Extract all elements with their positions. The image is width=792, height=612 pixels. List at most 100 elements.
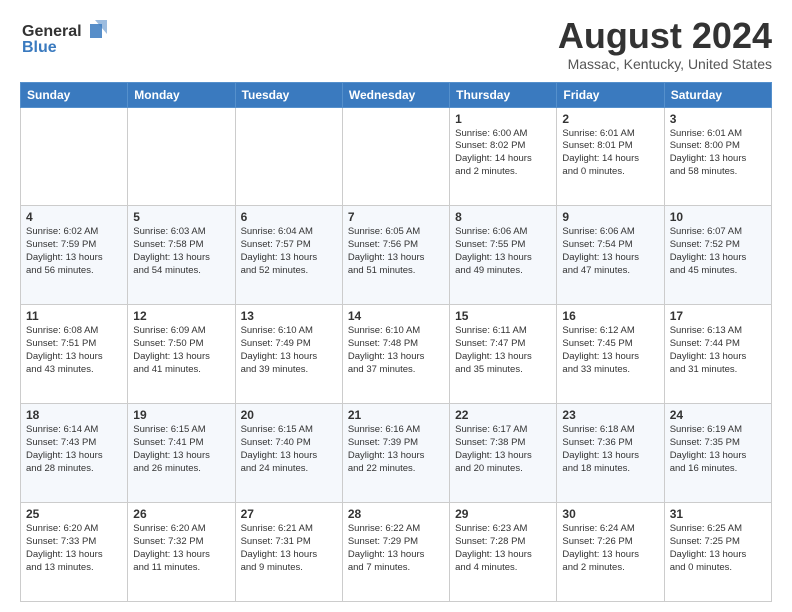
day-cell: 3 Sunrise: 6:01 AMSunset: 8:00 PMDaylight… [664,107,771,206]
day-number: 29 [455,507,551,521]
day-cell: 26 Sunrise: 6:20 AMSunset: 7:32 PMDayligh… [128,503,235,602]
day-number: 16 [562,309,658,323]
day-cell: 30Sunrise: 6:24 AMSunset: 7:26 PMDayligh… [557,503,664,602]
day-info: Sunrise: 6:14 AMSunset: 7:43 PMDaylight:… [26,424,103,473]
day-number: 5 [133,210,229,224]
day-info: Sunrise: 6:20 AMSunset: 7:33 PMDaylight:… [26,523,103,572]
page: General Blue August 2024 Massac, Kentuck… [0,0,792,612]
day-number: 15 [455,309,551,323]
day-info: Sunrise: 6:25 AMSunset: 7:25 PMDaylight:… [670,523,747,572]
day-number: 20 [241,408,337,422]
day-number: 9 [562,210,658,224]
day-number: 30 [562,507,658,521]
day-cell [235,107,342,206]
day-cell: 10Sunrise: 6:07 AMSunset: 7:52 PMDayligh… [664,206,771,305]
day-info: Sunrise: 6:00 AMSunset: 8:02 PMDaylight:… [455,128,532,177]
day-number: 1 [455,112,551,126]
day-number: 7 [348,210,444,224]
weekday-header-saturday: Saturday [664,82,771,107]
day-cell: 11 Sunrise: 6:08 AMSunset: 7:51 PMDayligh… [21,305,128,404]
weekday-header-friday: Friday [557,82,664,107]
day-cell: 16Sunrise: 6:12 AMSunset: 7:45 PMDayligh… [557,305,664,404]
calendar-table: SundayMondayTuesdayWednesdayThursdayFrid… [20,82,772,602]
svg-text:Blue: Blue [22,39,57,56]
weekday-header-row: SundayMondayTuesdayWednesdayThursdayFrid… [21,82,772,107]
day-info: Sunrise: 6:02 AMSunset: 7:59 PMDaylight:… [26,226,103,275]
weekday-header-sunday: Sunday [21,82,128,107]
week-row-3: 11 Sunrise: 6:08 AMSunset: 7:51 PMDayligh… [21,305,772,404]
day-info: Sunrise: 6:01 AMSunset: 8:01 PMDaylight:… [562,128,639,177]
day-info: Sunrise: 6:01 AMSunset: 8:00 PMDaylight:… [670,128,747,177]
day-cell: 20 Sunrise: 6:15 AMSunset: 7:40 PMDayligh… [235,404,342,503]
day-number: 28 [348,507,444,521]
day-info: Sunrise: 6:15 AMSunset: 7:40 PMDaylight:… [241,424,318,473]
day-number: 19 [133,408,229,422]
day-cell: 22Sunrise: 6:17 AMSunset: 7:38 PMDayligh… [450,404,557,503]
week-row-5: 25 Sunrise: 6:20 AMSunset: 7:33 PMDayligh… [21,503,772,602]
day-info: Sunrise: 6:05 AMSunset: 7:56 PMDaylight:… [348,226,425,275]
day-cell: 1 Sunrise: 6:00 AMSunset: 8:02 PMDaylight… [450,107,557,206]
day-number: 3 [670,112,766,126]
day-info: Sunrise: 6:18 AMSunset: 7:36 PMDaylight:… [562,424,639,473]
day-info: Sunrise: 6:15 AMSunset: 7:41 PMDaylight:… [133,424,210,473]
day-number: 8 [455,210,551,224]
day-info: Sunrise: 6:10 AMSunset: 7:49 PMDaylight:… [241,325,318,374]
day-number: 31 [670,507,766,521]
day-cell: 13 Sunrise: 6:10 AMSunset: 7:49 PMDayligh… [235,305,342,404]
day-number: 17 [670,309,766,323]
logo-icon: General Blue [20,16,110,60]
weekday-header-thursday: Thursday [450,82,557,107]
day-number: 12 [133,309,229,323]
day-number: 25 [26,507,122,521]
day-cell [21,107,128,206]
day-cell: 31 Sunrise: 6:25 AMSunset: 7:25 PMDayligh… [664,503,771,602]
day-number: 13 [241,309,337,323]
day-info: Sunrise: 6:10 AMSunset: 7:48 PMDaylight:… [348,325,425,374]
day-cell: 17 Sunrise: 6:13 AMSunset: 7:44 PMDayligh… [664,305,771,404]
day-cell: 12Sunrise: 6:09 AMSunset: 7:50 PMDayligh… [128,305,235,404]
day-cell: 4 Sunrise: 6:02 AMSunset: 7:59 PMDaylight… [21,206,128,305]
day-info: Sunrise: 6:20 AMSunset: 7:32 PMDaylight:… [133,523,210,572]
month-year-title: August 2024 [558,16,772,56]
day-number: 26 [133,507,229,521]
day-info: Sunrise: 6:13 AMSunset: 7:44 PMDaylight:… [670,325,747,374]
header: General Blue August 2024 Massac, Kentuck… [20,16,772,72]
day-cell: 5Sunrise: 6:03 AMSunset: 7:58 PMDaylight… [128,206,235,305]
day-number: 4 [26,210,122,224]
day-number: 2 [562,112,658,126]
day-info: Sunrise: 6:21 AMSunset: 7:31 PMDaylight:… [241,523,318,572]
day-info: Sunrise: 6:19 AMSunset: 7:35 PMDaylight:… [670,424,747,473]
day-cell: 19 Sunrise: 6:15 AMSunset: 7:41 PMDayligh… [128,404,235,503]
day-cell: 25 Sunrise: 6:20 AMSunset: 7:33 PMDayligh… [21,503,128,602]
week-row-2: 4 Sunrise: 6:02 AMSunset: 7:59 PMDaylight… [21,206,772,305]
day-cell: 14 Sunrise: 6:10 AMSunset: 7:48 PMDayligh… [342,305,449,404]
day-number: 23 [562,408,658,422]
day-cell: 9 Sunrise: 6:06 AMSunset: 7:54 PMDaylight… [557,206,664,305]
day-info: Sunrise: 6:23 AMSunset: 7:28 PMDaylight:… [455,523,532,572]
day-info: Sunrise: 6:17 AMSunset: 7:38 PMDaylight:… [455,424,532,473]
day-cell: 18Sunrise: 6:14 AMSunset: 7:43 PMDayligh… [21,404,128,503]
day-info: Sunrise: 6:08 AMSunset: 7:51 PMDaylight:… [26,325,103,374]
weekday-header-tuesday: Tuesday [235,82,342,107]
day-cell: 2 Sunrise: 6:01 AMSunset: 8:01 PMDaylight… [557,107,664,206]
day-info: Sunrise: 6:11 AMSunset: 7:47 PMDaylight:… [455,325,532,374]
title-block: August 2024 Massac, Kentucky, United Sta… [558,16,772,72]
day-cell: 15 Sunrise: 6:11 AMSunset: 7:47 PMDayligh… [450,305,557,404]
week-row-1: 1 Sunrise: 6:00 AMSunset: 8:02 PMDaylight… [21,107,772,206]
day-info: Sunrise: 6:06 AMSunset: 7:54 PMDaylight:… [562,226,639,275]
day-cell: 27 Sunrise: 6:21 AMSunset: 7:31 PMDayligh… [235,503,342,602]
day-number: 21 [348,408,444,422]
day-cell: 8 Sunrise: 6:06 AMSunset: 7:55 PMDaylight… [450,206,557,305]
day-cell: 21 Sunrise: 6:16 AMSunset: 7:39 PMDayligh… [342,404,449,503]
svg-text:General: General [22,23,82,40]
day-number: 10 [670,210,766,224]
day-info: Sunrise: 6:16 AMSunset: 7:39 PMDaylight:… [348,424,425,473]
day-info: Sunrise: 6:22 AMSunset: 7:29 PMDaylight:… [348,523,425,572]
day-number: 14 [348,309,444,323]
day-number: 11 [26,309,122,323]
day-info: Sunrise: 6:06 AMSunset: 7:55 PMDaylight:… [455,226,532,275]
day-number: 27 [241,507,337,521]
day-cell: 23 Sunrise: 6:18 AMSunset: 7:36 PMDayligh… [557,404,664,503]
day-number: 24 [670,408,766,422]
day-cell: 29 Sunrise: 6:23 AMSunset: 7:28 PMDayligh… [450,503,557,602]
